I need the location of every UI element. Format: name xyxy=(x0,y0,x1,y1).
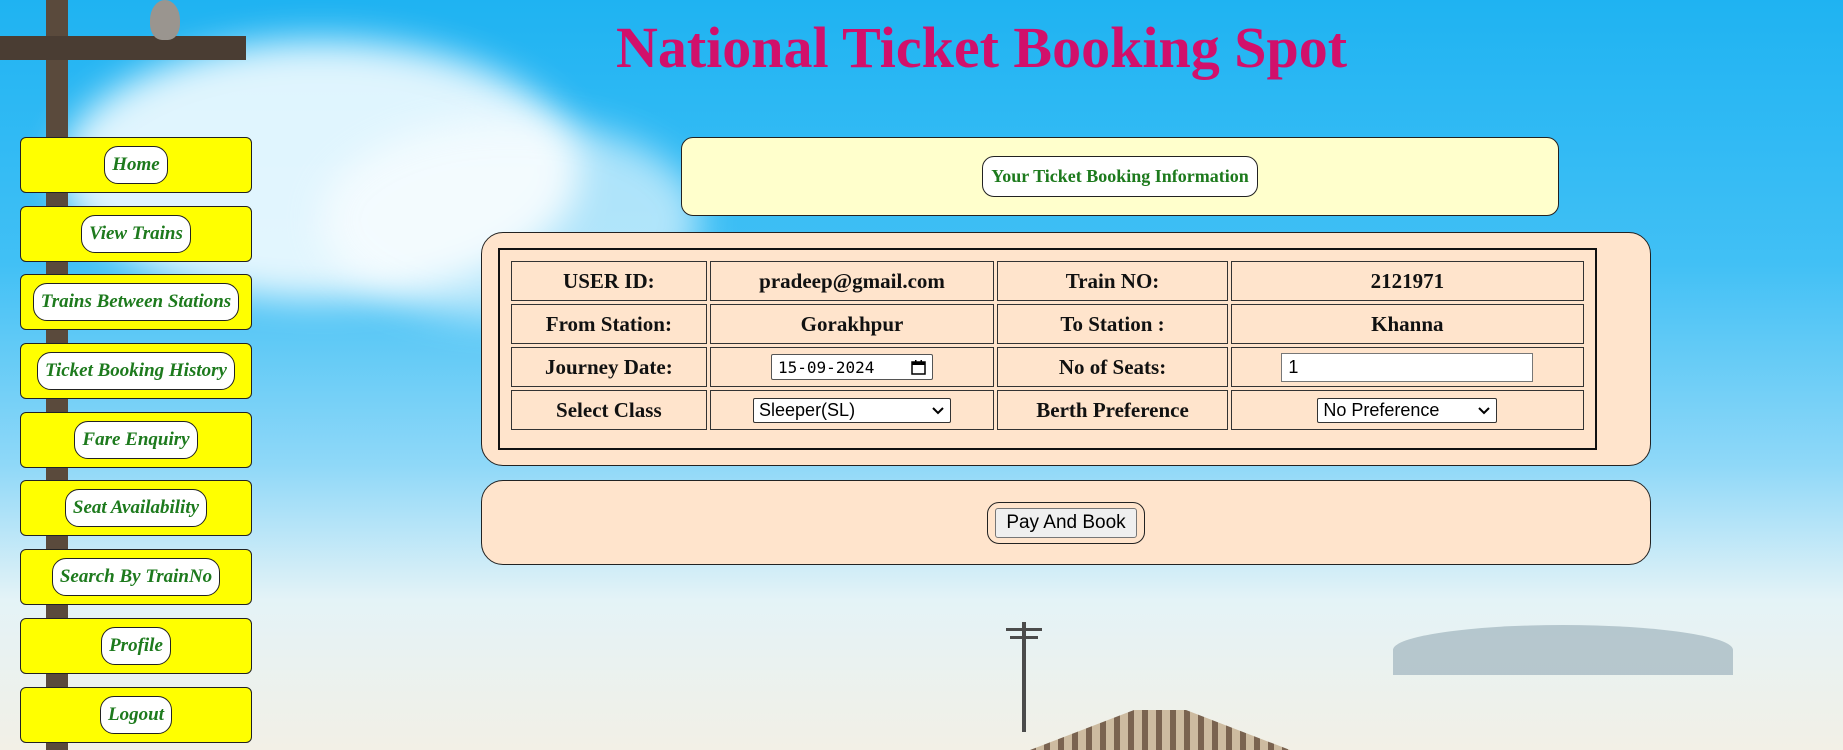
calendar-icon[interactable] xyxy=(911,359,926,375)
distant-pole-bar xyxy=(1010,636,1038,639)
journey-date-value: 15-09-2024 xyxy=(778,357,875,377)
berth-selected-value: No Preference xyxy=(1323,400,1440,420)
class-label: Select Class xyxy=(511,390,707,430)
sidebar-item-label[interactable]: Search By TrainNo xyxy=(51,558,221,596)
chevron-down-icon xyxy=(932,406,944,414)
class-selected-value: Sleeper(SL) xyxy=(759,400,856,420)
seats-label: No of Seats: xyxy=(997,347,1228,387)
berth-select[interactable]: No Preference xyxy=(1317,398,1498,423)
booking-details-panel: USER ID: pradeep@gmail.com Train NO: 212… xyxy=(481,232,1651,466)
from-station-label: From Station: xyxy=(511,304,707,344)
user-id-label: USER ID: xyxy=(511,261,707,301)
chevron-down-icon xyxy=(1478,406,1491,414)
railway-track xyxy=(1030,710,1290,750)
table-row: Journey Date: 15-09-2024 No of Seats: xyxy=(511,347,1584,387)
seats-input[interactable] xyxy=(1281,352,1534,382)
sidebar-item-search-by-trainno[interactable]: Search By TrainNo xyxy=(20,549,252,605)
sidebar-item-label[interactable]: Ticket Booking History xyxy=(37,352,235,390)
to-station-value: Khanna xyxy=(1230,304,1584,344)
booking-table-frame: USER ID: pradeep@gmail.com Train NO: 212… xyxy=(498,248,1597,450)
from-station-value: Gorakhpur xyxy=(709,304,995,344)
sidebar-item-label[interactable]: View Trains xyxy=(81,214,191,253)
class-select[interactable]: Sleeper(SL) xyxy=(753,398,952,423)
class-cell: Sleeper(SL) xyxy=(709,390,995,430)
pay-panel: Pay And Book xyxy=(481,480,1651,565)
sidebar-item-label[interactable]: Trains Between Stations xyxy=(32,283,240,321)
berth-label: Berth Preference xyxy=(997,390,1228,430)
pay-and-book-button[interactable]: Pay And Book xyxy=(995,507,1137,538)
journey-date-input[interactable]: 15-09-2024 xyxy=(771,354,934,381)
sidebar-item-profile[interactable]: Profile xyxy=(20,618,252,674)
booking-info-label: Your Ticket Booking Information xyxy=(982,156,1258,197)
table-row: Select Class Sleeper(SL) Berth Preferenc… xyxy=(511,390,1584,430)
sidebar-item-label[interactable]: Profile xyxy=(101,627,171,665)
table-row: From Station: Gorakhpur To Station : Kha… xyxy=(511,304,1584,344)
sidebar-item-seat-availability[interactable]: Seat Availability xyxy=(20,480,252,536)
hill-decoration xyxy=(1393,625,1733,675)
sidebar-item-label[interactable]: Home xyxy=(104,146,168,184)
pay-button-frame: Pay And Book xyxy=(987,501,1145,544)
user-id-value: pradeep@gmail.com xyxy=(709,261,995,301)
table-row: USER ID: pradeep@gmail.com Train NO: 212… xyxy=(511,261,1584,301)
sidebar-item-label[interactable]: Fare Enquiry xyxy=(74,421,198,459)
sidebar-item-ticket-booking-history[interactable]: Ticket Booking History xyxy=(20,343,252,399)
page-title: National Ticket Booking Spot xyxy=(615,15,1348,80)
journey-date-label: Journey Date: xyxy=(511,347,707,387)
sidebar-item-label[interactable]: Seat Availability xyxy=(64,489,208,527)
sidebar-item-trains-between-stations[interactable]: Trains Between Stations xyxy=(20,274,252,330)
sidebar-item-logout[interactable]: Logout xyxy=(20,687,252,743)
sidebar-item-fare-enquiry[interactable]: Fare Enquiry xyxy=(20,412,252,468)
sidebar-item-view-trains[interactable]: View Trains xyxy=(20,205,252,262)
booking-table: USER ID: pradeep@gmail.com Train NO: 212… xyxy=(508,258,1587,433)
sidebar-item-label[interactable]: Logout xyxy=(100,696,172,734)
booking-info-header: Your Ticket Booking Information xyxy=(681,137,1559,216)
to-station-label: To Station : xyxy=(997,304,1228,344)
berth-cell: No Preference xyxy=(1230,390,1584,430)
train-no-value: 2121971 xyxy=(1230,261,1584,301)
seats-cell xyxy=(1230,347,1584,387)
distant-pole-bar xyxy=(1006,628,1042,631)
sidebar-item-home[interactable]: Home xyxy=(20,137,252,193)
train-no-label: Train NO: xyxy=(997,261,1228,301)
journey-date-cell: 15-09-2024 xyxy=(709,347,995,387)
